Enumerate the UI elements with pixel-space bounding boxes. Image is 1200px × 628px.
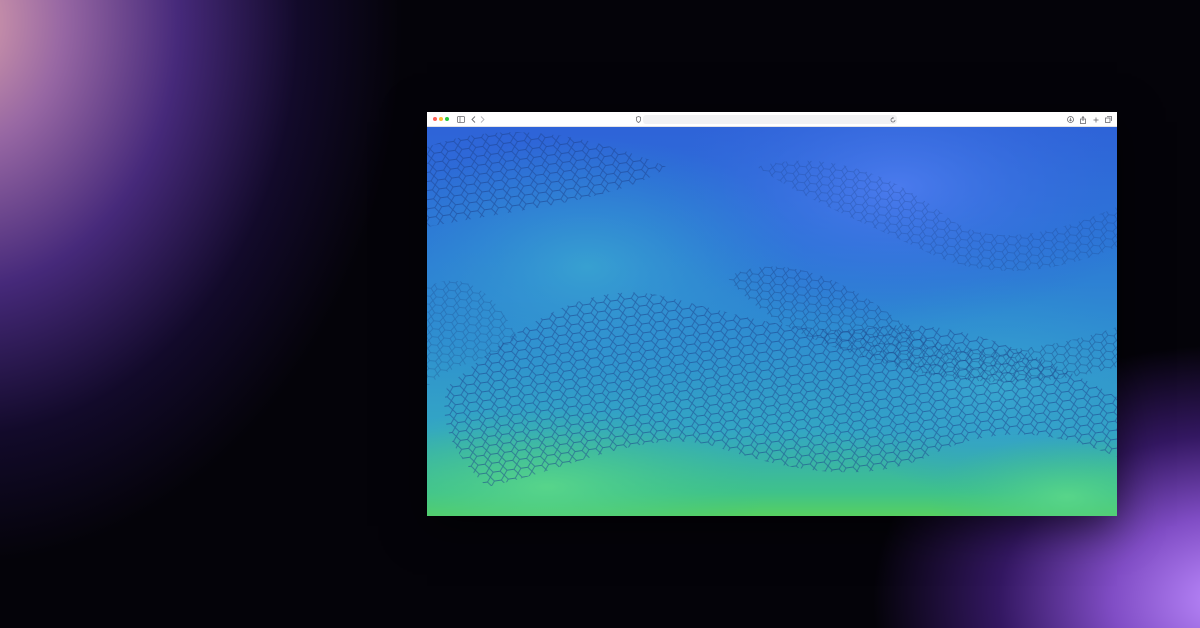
minimize-window-button[interactable] bbox=[439, 117, 443, 121]
maximize-window-button[interactable] bbox=[445, 117, 449, 121]
share-icon[interactable] bbox=[1080, 115, 1086, 124]
browser-window bbox=[427, 112, 1117, 516]
add-tab-icon[interactable] bbox=[1093, 115, 1099, 124]
tabs-icon[interactable] bbox=[1105, 115, 1112, 124]
address-bar[interactable] bbox=[643, 115, 897, 124]
sidebar-icon[interactable] bbox=[457, 115, 465, 124]
close-window-button[interactable] bbox=[433, 117, 437, 121]
reload-icon[interactable] bbox=[890, 115, 896, 124]
back-icon[interactable] bbox=[471, 115, 476, 124]
forward-icon[interactable] bbox=[480, 115, 485, 124]
mesh-artwork bbox=[427, 127, 1117, 516]
browser-toolbar bbox=[427, 112, 1117, 127]
shield-icon bbox=[636, 115, 641, 124]
download-icon[interactable] bbox=[1067, 115, 1074, 124]
web-content[interactable] bbox=[427, 127, 1117, 516]
